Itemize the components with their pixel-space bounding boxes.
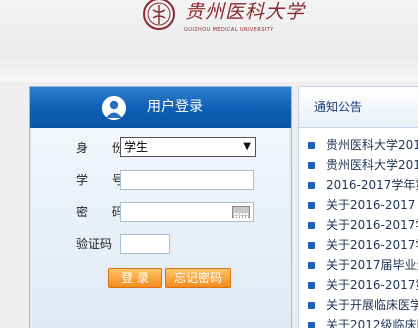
login-panel: 用户登录 身 份 学生 ▼ 学 号 密 码 验证码 登 录 忘记密码 — [29, 86, 292, 328]
notice-item[interactable]: 关于2016-2017学 — [299, 215, 418, 235]
site-header: 贵州医科大学 GUIZHOU MEDICAL UNIVERSITY — [0, 0, 418, 82]
login-button[interactable]: 登 录 — [108, 268, 162, 288]
identity-select[interactable]: 学生 ▼ — [120, 137, 256, 157]
university-name-en: GUIZHOU MEDICAL UNIVERSITY — [184, 27, 274, 33]
bullet-icon — [308, 302, 315, 309]
notice-list: 贵州医科大学201 贵州医科大学201 2016-2017学年第 关于2016-… — [299, 135, 418, 328]
identity-select-value: 学生 — [124, 140, 149, 154]
bullet-icon — [308, 282, 315, 289]
bullet-icon — [308, 202, 315, 209]
bullet-icon — [308, 242, 315, 249]
notice-item[interactable]: 关于2016-2017（ — [299, 195, 418, 215]
notice-item[interactable]: 关于2012级临床医 — [299, 315, 418, 328]
university-emblem-icon — [143, 0, 175, 30]
captcha-input[interactable] — [120, 234, 170, 254]
bullet-icon — [308, 222, 315, 229]
bullet-icon — [308, 322, 315, 328]
virtual-keyboard-icon[interactable] — [232, 206, 250, 221]
student-id-input[interactable] — [120, 170, 254, 190]
dropdown-arrow-icon: ▼ — [243, 141, 251, 152]
notice-panel: 通知公告 贵州医科大学201 贵州医科大学201 2016-2017学年第 关于… — [298, 86, 418, 328]
notice-item[interactable]: 关于开展临床医学 — [299, 295, 418, 315]
login-page: 贵州医科大学 GUIZHOU MEDICAL UNIVERSITY 用户登录 身… — [0, 0, 418, 328]
university-name: 贵州医科大学 — [185, 1, 306, 23]
notice-item[interactable]: 贵州医科大学201 — [299, 135, 418, 155]
notice-item[interactable]: 关于2017届毕业生 — [299, 255, 418, 275]
login-form: 身 份 学生 ▼ 学 号 密 码 验证码 登 录 忘记密码 — [32, 128, 289, 328]
captcha-label: 验证码 — [76, 237, 113, 251]
bullet-icon — [308, 162, 315, 169]
notice-title: 通知公告 — [314, 100, 363, 114]
notice-item[interactable]: 2016-2017学年第 — [299, 175, 418, 195]
notice-header: 通知公告 — [299, 87, 418, 128]
bullet-icon — [308, 262, 315, 269]
forgot-password-button[interactable]: 忘记密码 — [165, 268, 231, 288]
login-header: 用户登录 — [30, 87, 291, 128]
notice-item[interactable]: 关于2016-2017第 — [299, 275, 418, 295]
bullet-icon — [308, 182, 315, 189]
notice-item[interactable]: 关于2016-2017学 — [299, 235, 418, 255]
user-icon — [102, 96, 126, 120]
bullet-icon — [308, 142, 315, 149]
login-title: 用户登录 — [147, 99, 203, 115]
notice-item[interactable]: 贵州医科大学201 — [299, 155, 418, 175]
